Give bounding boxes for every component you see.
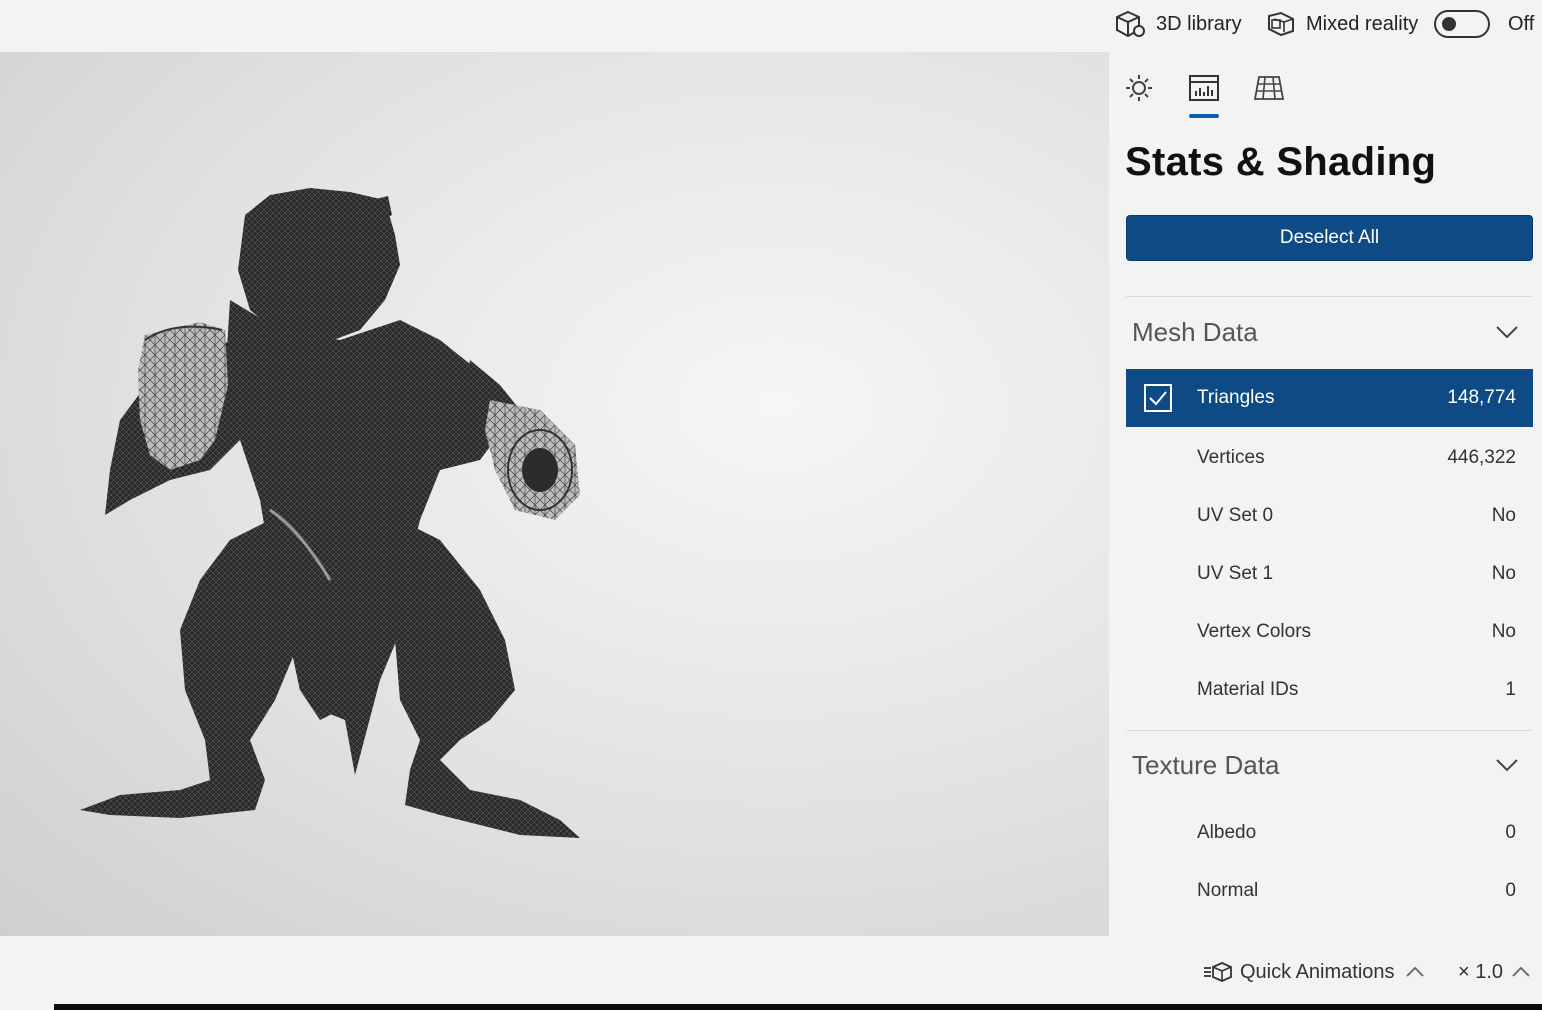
mesh-data-title: Mesh Data [1132, 316, 1258, 347]
tab-grid[interactable] [1251, 70, 1287, 106]
taskbar-edge [54, 1004, 1542, 1010]
tab-lighting[interactable] [1121, 70, 1157, 106]
row-value: 0 [1505, 880, 1516, 901]
mesh-row-vertices[interactable]: Vertices 446,322 [1126, 429, 1533, 487]
row-value: No [1491, 505, 1516, 526]
mixed-reality-icon [1268, 11, 1294, 37]
panel-tabs [1109, 52, 1542, 126]
triangles-checkbox[interactable] [1144, 384, 1172, 412]
mixed-reality-button[interactable]: Mixed reality [1266, 0, 1418, 48]
row-label: UV Set 1 [1197, 563, 1274, 584]
tab-stats[interactable] [1186, 70, 1222, 106]
speed-button[interactable]: × 1.0 [1458, 936, 1537, 1008]
creature-model[interactable] [0, 52, 1109, 936]
divider [1126, 296, 1533, 297]
chevron-up-icon [1405, 966, 1424, 977]
divider [1126, 730, 1533, 731]
mesh-data-header[interactable]: Mesh Data [1126, 302, 1533, 362]
row-value: 446,322 [1447, 447, 1516, 468]
toggle-state-label: Off [1508, 12, 1535, 35]
3d-library-label: 3D library [1156, 12, 1242, 35]
texture-data-title: Texture Data [1132, 749, 1280, 780]
mesh-row-uv-set-1[interactable]: UV Set 1 No [1126, 545, 1533, 603]
stats-panel: Stats & Shading Deselect All Mesh Data T… [1109, 52, 1542, 936]
row-value: No [1491, 563, 1516, 584]
row-label: Albedo [1197, 822, 1257, 843]
mesh-row-material-ids[interactable]: Material IDs 1 [1126, 661, 1533, 719]
tab-selected-indicator [1189, 114, 1219, 118]
top-bar: 3D library Mixed reality Off [0, 0, 1542, 52]
row-value: 1 [1505, 679, 1516, 700]
speed-label: × 1.0 [1458, 960, 1504, 983]
mesh-row-triangles[interactable]: Triangles 148,774 [1126, 369, 1533, 427]
chevron-down-icon [1496, 759, 1518, 772]
row-label: Vertices [1197, 447, 1265, 468]
mixed-reality-toggle[interactable] [1434, 10, 1490, 38]
row-label: Triangles [1197, 387, 1275, 408]
texture-row-albedo[interactable]: Albedo 0 [1126, 804, 1533, 862]
cube-icon [1116, 10, 1145, 38]
mesh-row-vertex-colors[interactable]: Vertex Colors No [1126, 603, 1533, 661]
row-label: Material IDs [1197, 679, 1299, 700]
chevron-up-icon [1512, 966, 1530, 977]
3d-library-button[interactable]: 3D library [1114, 0, 1242, 48]
row-label: Vertex Colors [1197, 621, 1312, 642]
mixed-reality-label: Mixed reality [1306, 12, 1419, 35]
quick-animations-button[interactable]: Quick Animations [1196, 936, 1431, 1008]
row-value: 0 [1505, 822, 1516, 843]
deselect-all-button[interactable]: Deselect All [1126, 215, 1533, 261]
grid-icon [1253, 76, 1285, 100]
texture-row-normal[interactable]: Normal 0 [1126, 862, 1533, 920]
panel-title: Stats & Shading [1125, 140, 1437, 184]
checkmark-icon [1149, 391, 1167, 406]
animation-icon [1204, 962, 1232, 982]
bottom-bar: Quick Animations × 1.0 [0, 936, 1542, 1004]
sun-icon [1126, 75, 1152, 101]
chevron-down-icon [1496, 326, 1518, 339]
row-value: 148,774 [1447, 387, 1516, 408]
row-label: Normal [1197, 880, 1259, 901]
texture-data-header[interactable]: Texture Data [1126, 735, 1533, 795]
quick-animations-label: Quick Animations [1240, 960, 1395, 983]
mesh-row-uv-set-0[interactable]: UV Set 0 No [1126, 487, 1533, 545]
stats-chart-icon [1189, 75, 1219, 101]
3d-viewport[interactable] [0, 52, 1109, 936]
row-label: UV Set 0 [1197, 505, 1274, 526]
row-value: No [1491, 621, 1516, 642]
toggle-knob [1442, 17, 1456, 31]
